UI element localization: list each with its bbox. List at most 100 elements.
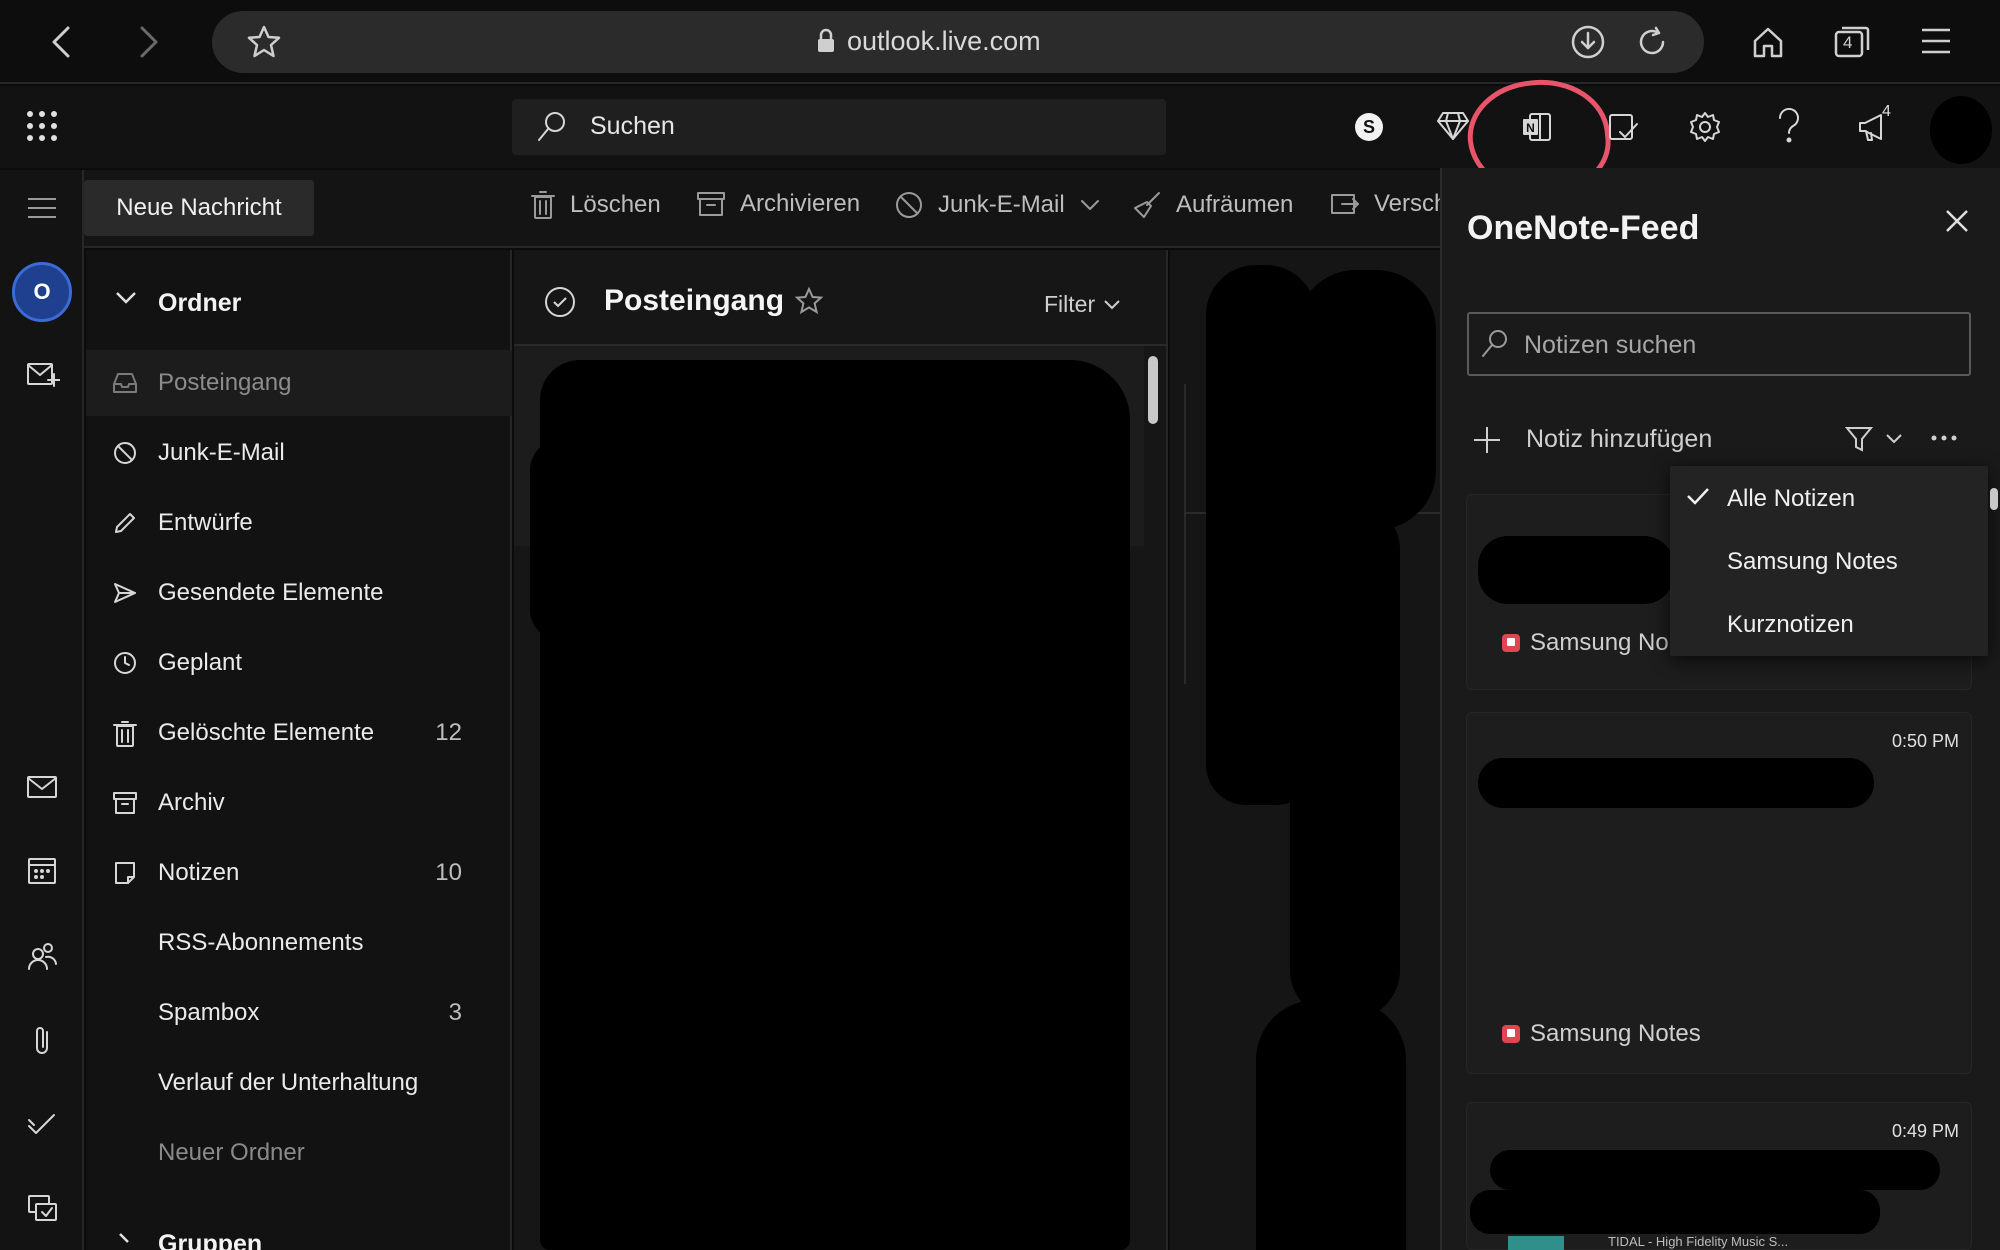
folder-count: 12 [435, 719, 462, 746]
folder-drafts[interactable]: Entwürfe [86, 490, 512, 556]
redaction [1478, 758, 1874, 808]
reload-icon[interactable] [1634, 24, 1670, 60]
send-icon [112, 580, 138, 606]
panel-scrollbar[interactable] [1990, 488, 1998, 510]
new-message-button[interactable]: Neue Nachricht [84, 180, 314, 236]
search-placeholder: Suchen [590, 112, 675, 140]
block-icon [112, 440, 138, 466]
forward-icon[interactable] [132, 22, 164, 62]
folder-inbox[interactable]: Posteingang [86, 350, 512, 416]
block-icon [894, 190, 924, 220]
people-icon[interactable] [26, 940, 58, 972]
new-mail-icon[interactable] [26, 360, 60, 390]
plus-icon[interactable] [1472, 425, 1502, 455]
outlook-logo-icon[interactable]: O [12, 262, 72, 322]
download-icon[interactable] [1570, 24, 1606, 60]
junk-label: Junk-E-Mail [938, 191, 1065, 218]
folder-sent[interactable]: Gesendete Elemente [86, 560, 512, 626]
calendar-icon[interactable] [26, 854, 58, 886]
chevron-right-icon[interactable] [116, 1232, 132, 1250]
star-icon[interactable] [246, 24, 282, 60]
select-all-checkbox[interactable] [544, 286, 576, 318]
notes-filter-button[interactable] [1844, 424, 1904, 454]
folder-count: 3 [448, 999, 462, 1026]
clock-icon [112, 650, 138, 676]
chevron-down-icon [1079, 198, 1101, 212]
folder-notes[interactable]: Notizen 10 [86, 840, 512, 906]
groups-header[interactable]: Gruppen [158, 1230, 262, 1250]
folder-label: RSS-Abonnements [158, 929, 364, 956]
menu-item-all-notes[interactable]: Alle Notizen [1727, 485, 1855, 513]
archive-button[interactable]: Archivieren [696, 190, 860, 218]
folder-label: Junk-E-Mail [158, 439, 285, 466]
chevron-down-icon[interactable] [114, 290, 138, 306]
trash-icon [112, 720, 138, 748]
folder-archive[interactable]: Archiv [86, 770, 512, 836]
move-button[interactable]: Versch [1330, 190, 1447, 218]
note-time: 0:49 PM [1892, 1121, 1960, 1141]
folder-label: Neuer Ordner [158, 1139, 305, 1166]
delete-button[interactable]: Löschen [530, 190, 661, 220]
folder-label: Notizen [158, 859, 240, 886]
folder-label: Archiv [158, 789, 225, 816]
hamburger-icon[interactable] [26, 196, 58, 220]
folder-scheduled[interactable]: Geplant [86, 630, 512, 696]
folder-rss[interactable]: RSS-Abonnements [86, 910, 512, 976]
move-label: Versch [1374, 190, 1448, 217]
folder-spambox[interactable]: Spambox 3 [86, 980, 512, 1046]
note-source-label: Samsung No [1530, 629, 1669, 656]
folder-junk[interactable]: Junk-E-Mail [86, 420, 512, 486]
pane-divider [1184, 384, 1186, 684]
folder-label: Spambox [158, 999, 260, 1026]
tab-count: 4 [1843, 33, 1853, 52]
note-icon [112, 860, 138, 886]
link-preview-title: TIDAL - High Fidelity Music S... [1608, 1234, 1789, 1249]
redaction [1470, 1190, 1880, 1234]
trash-icon [530, 190, 556, 220]
folder-deleted[interactable]: Gelöschte Elemente 12 [86, 700, 512, 766]
lock-icon [816, 28, 836, 54]
back-icon[interactable] [46, 22, 78, 62]
help-icon[interactable] [1776, 108, 1802, 146]
avatar[interactable] [1930, 96, 1992, 164]
panel-title: OneNote-Feed [1467, 209, 1700, 247]
more-options-icon[interactable] [1930, 434, 1958, 442]
close-icon[interactable] [1944, 208, 1970, 234]
folder-conversation-history[interactable]: Verlauf der Unterhaltung [86, 1050, 512, 1116]
menu-item-samsung-notes[interactable]: Samsung Notes [1727, 548, 1898, 576]
home-icon[interactable] [1750, 24, 1786, 60]
add-note-button[interactable]: Notiz hinzufügen [1526, 425, 1712, 454]
todo-icon[interactable] [1606, 110, 1640, 144]
junk-button[interactable]: Junk-E-Mail [894, 190, 1101, 220]
tasks-check-icon[interactable] [26, 1110, 58, 1138]
premium-diamond-icon[interactable] [1436, 110, 1470, 142]
filter-icon [1844, 424, 1874, 454]
list-title: Posteingang [604, 284, 785, 317]
filter-button[interactable]: Filter [1044, 291, 1121, 318]
notes-search-placeholder: Notizen suchen [1524, 331, 1697, 359]
folder-section-header[interactable]: Ordner [158, 289, 241, 318]
search-icon [536, 110, 568, 144]
more-apps-icon[interactable] [26, 1192, 58, 1222]
redaction [1478, 536, 1674, 604]
redaction [1256, 1000, 1406, 1250]
folder-label: Gesendete Elemente [158, 579, 384, 606]
menu-icon[interactable] [1920, 26, 1952, 56]
folder-count: 10 [435, 859, 462, 886]
sweep-button[interactable]: Aufräumen [1132, 190, 1293, 220]
notification-count: 4 [1882, 103, 1891, 120]
menu-item-sticky-notes[interactable]: Kurznotizen [1727, 611, 1854, 639]
svg-text:S: S [1363, 117, 1375, 137]
skype-icon[interactable]: S [1354, 112, 1384, 142]
settings-icon[interactable] [1688, 110, 1722, 144]
new-folder-link[interactable]: Neuer Ordner [86, 1120, 512, 1186]
list-scrollbar[interactable] [1148, 356, 1158, 424]
attachment-icon[interactable] [30, 1024, 54, 1058]
link-preview-thumbnail [1508, 1236, 1564, 1250]
redaction [1290, 500, 1400, 1020]
redaction [530, 440, 590, 640]
app-launcher-icon[interactable] [26, 110, 58, 142]
favorite-star-icon[interactable] [794, 286, 824, 316]
mail-icon[interactable] [26, 774, 58, 800]
search-icon [1480, 328, 1510, 360]
